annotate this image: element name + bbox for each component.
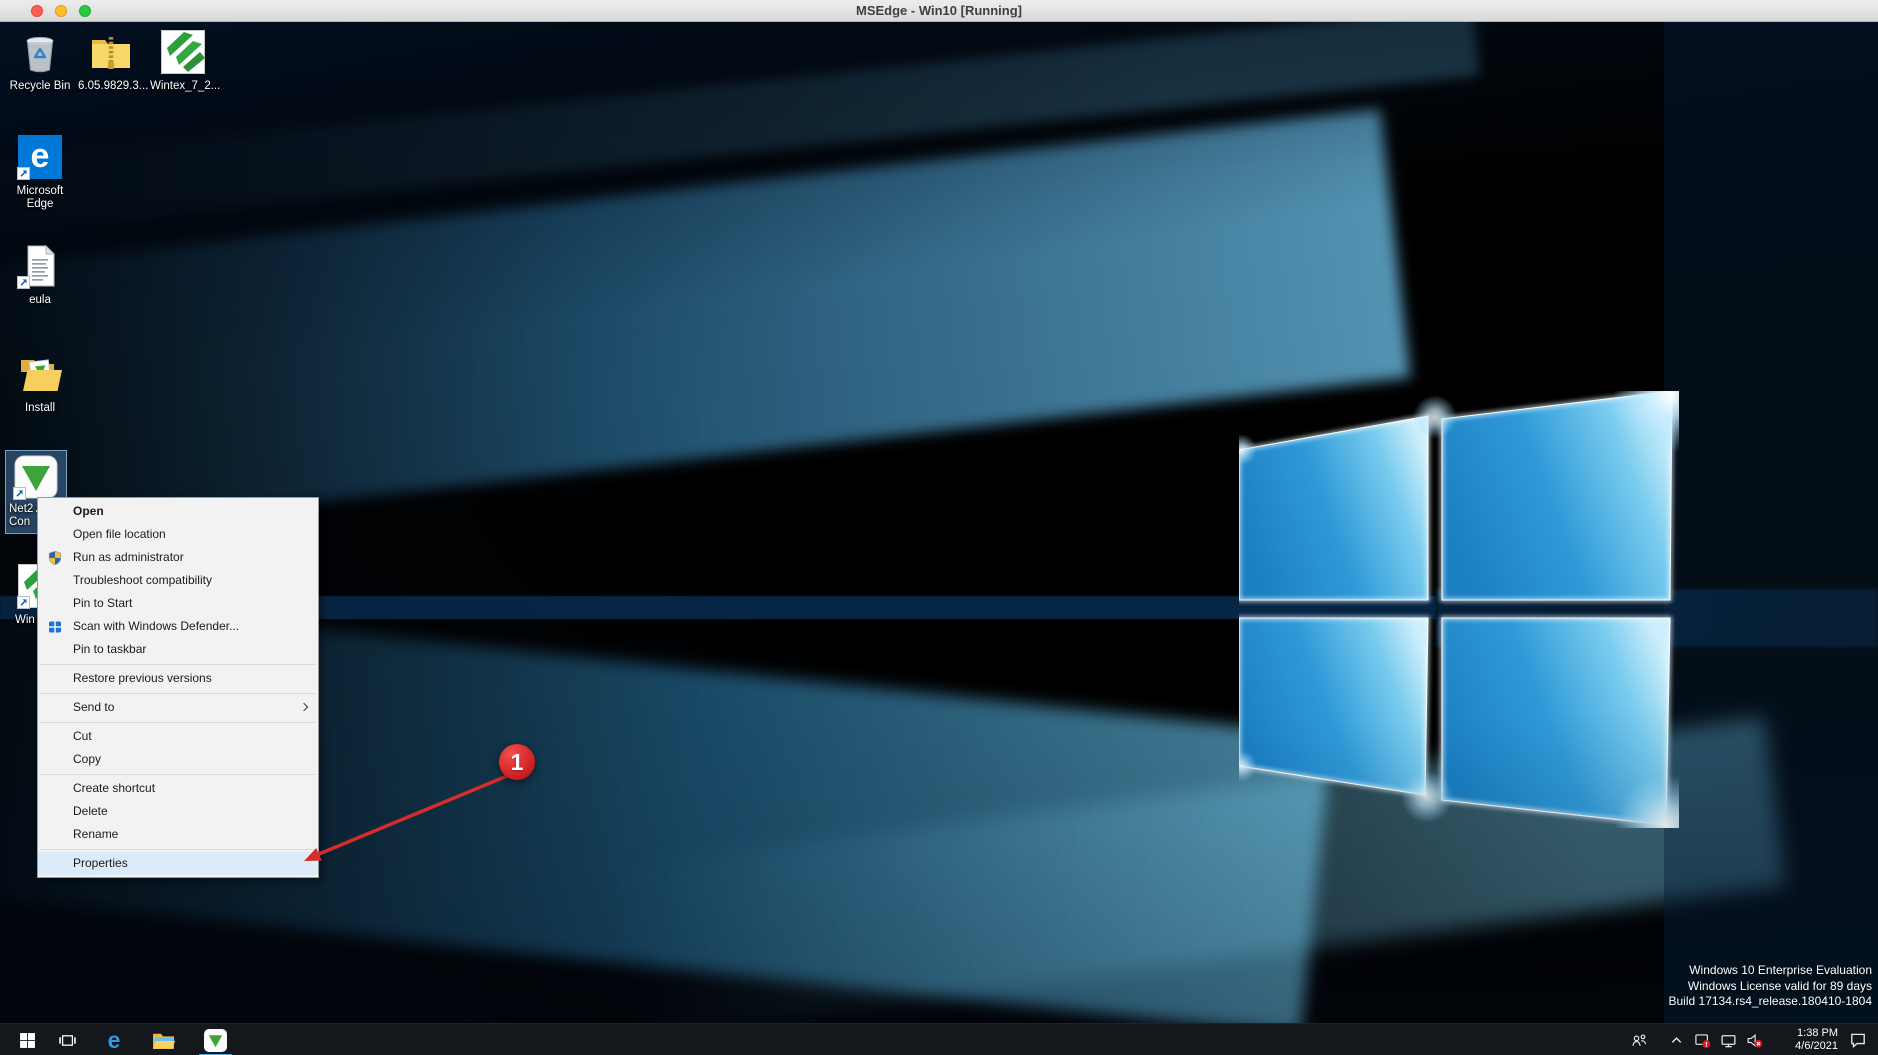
people-icon <box>1631 1032 1648 1049</box>
taskbar-net2-button[interactable] <box>197 1024 233 1055</box>
menu-item-properties[interactable]: Properties <box>38 852 318 875</box>
taskbar: e <box>0 1023 1878 1055</box>
menu-item-cut[interactable]: Cut <box>38 725 318 748</box>
menu-item-pin-to-start[interactable]: Pin to Start <box>38 592 318 615</box>
desktop-icon-label: Recycle Bin <box>7 80 73 93</box>
license-line: Build 17134.rs4_release.180410-1804 <box>1669 994 1873 1010</box>
volume-muted-icon <box>1746 1032 1763 1049</box>
menu-item-create-shortcut[interactable]: Create shortcut <box>38 777 318 800</box>
windows-defender-icon <box>47 619 63 635</box>
desktop-icon-label: eula <box>7 294 73 307</box>
menu-item-pin-to-taskbar[interactable]: Pin to taskbar <box>38 638 318 661</box>
menu-item-troubleshoot-compatibility[interactable]: Troubleshoot compatibility <box>38 569 318 592</box>
desktop-icon-microsoft-edge[interactable]: e Microsoft Edge <box>7 133 73 211</box>
document-icon <box>16 242 64 290</box>
wintex-icon <box>159 28 207 76</box>
license-notice: Windows 10 Enterprise Evaluation Windows… <box>1669 963 1873 1010</box>
clock-date: 4/6/2021 <box>1776 1040 1838 1053</box>
submenu-chevron-icon <box>300 703 308 711</box>
menu-separator <box>40 774 316 775</box>
net2-icon <box>204 1029 227 1052</box>
tray-people-button[interactable] <box>1628 1024 1650 1055</box>
task-view-button[interactable] <box>52 1024 82 1055</box>
menu-item-label: Run as administrator <box>73 550 184 564</box>
windows-start-icon <box>19 1032 36 1049</box>
desktop-icon-install[interactable]: Install <box>7 350 73 415</box>
window-title: MSEdge - Win10 [Running] <box>0 0 1878 22</box>
taskbar-file-explorer-button[interactable] <box>147 1024 179 1055</box>
recycle-bin-icon <box>16 28 64 76</box>
menu-item-copy[interactable]: Copy <box>38 748 318 771</box>
shortcut-arrow-icon <box>17 276 30 289</box>
menu-item-send-to[interactable]: Send to <box>38 696 318 719</box>
desktop-icon-label: Wintex_7_2... <box>150 80 216 93</box>
tray-network-button[interactable] <box>1717 1024 1739 1055</box>
menu-item-label: Send to <box>73 700 114 714</box>
desktop-icon-label: Microsoft Edge <box>7 185 73 211</box>
edge-icon: e <box>16 133 64 181</box>
shortcut-arrow-icon <box>13 487 26 500</box>
menu-item-restore-previous-versions[interactable]: Restore previous versions <box>38 667 318 690</box>
folder-icon <box>16 350 64 398</box>
security-alert-icon <box>1694 1032 1711 1049</box>
desktop-icon-zip-archive[interactable]: 6.05.9829.3... <box>78 28 144 93</box>
network-icon <box>1720 1032 1737 1049</box>
menu-separator <box>40 693 316 694</box>
desktop-icon-wintex[interactable]: Wintex_7_2... <box>150 28 216 93</box>
task-view-icon <box>59 1032 76 1049</box>
vm-window: MSEdge - Win10 [Running] <box>0 0 1878 1055</box>
annotation-arrow <box>280 738 530 878</box>
edge-icon: e <box>108 1027 121 1054</box>
annotation-step-badge: 1 <box>499 744 535 780</box>
menu-item-delete[interactable]: Delete <box>38 800 318 823</box>
tray-volume-button[interactable] <box>1743 1024 1765 1055</box>
vm-titlebar: MSEdge - Win10 [Running] <box>0 0 1878 22</box>
action-center-button[interactable] <box>1844 1024 1872 1055</box>
menu-item-open[interactable]: Open <box>38 500 318 523</box>
license-line: Windows 10 Enterprise Evaluation <box>1669 963 1873 979</box>
license-line: Windows License valid for 89 days <box>1669 979 1873 995</box>
file-explorer-icon <box>152 1031 175 1050</box>
menu-separator <box>40 849 316 850</box>
taskbar-edge-button[interactable]: e <box>98 1024 130 1055</box>
zip-folder-icon <box>87 28 135 76</box>
tray-overflow-button[interactable] <box>1666 1024 1686 1055</box>
menu-item-label: Scan with Windows Defender... <box>73 619 239 633</box>
menu-separator <box>40 722 316 723</box>
uac-shield-icon <box>47 550 63 566</box>
desktop-icon-recycle-bin[interactable]: Recycle Bin <box>7 28 73 93</box>
taskbar-clock[interactable]: 1:38 PM 4/6/2021 <box>1776 1027 1838 1053</box>
net2-icon <box>12 453 60 501</box>
desktop-icon-label: Install <box>7 402 73 415</box>
action-center-icon <box>1849 1031 1867 1049</box>
menu-item-rename[interactable]: Rename <box>38 823 318 846</box>
menu-item-open-file-location[interactable]: Open file location <box>38 523 318 546</box>
tray-security-button[interactable] <box>1691 1024 1713 1055</box>
chevron-up-icon <box>1669 1033 1684 1048</box>
start-button[interactable] <box>12 1024 42 1055</box>
context-menu: Open Open file location Run as administr… <box>37 497 319 878</box>
desktop-icon-label: 6.05.9829.3... <box>78 80 144 93</box>
shortcut-arrow-icon <box>17 596 30 609</box>
clock-time: 1:38 PM <box>1776 1027 1838 1040</box>
menu-item-scan-with-defender[interactable]: Scan with Windows Defender... <box>38 615 318 638</box>
shortcut-arrow-icon <box>17 167 30 180</box>
menu-separator <box>40 664 316 665</box>
menu-item-run-as-administrator[interactable]: Run as administrator <box>38 546 318 569</box>
desktop-icon-eula[interactable]: eula <box>7 242 73 307</box>
